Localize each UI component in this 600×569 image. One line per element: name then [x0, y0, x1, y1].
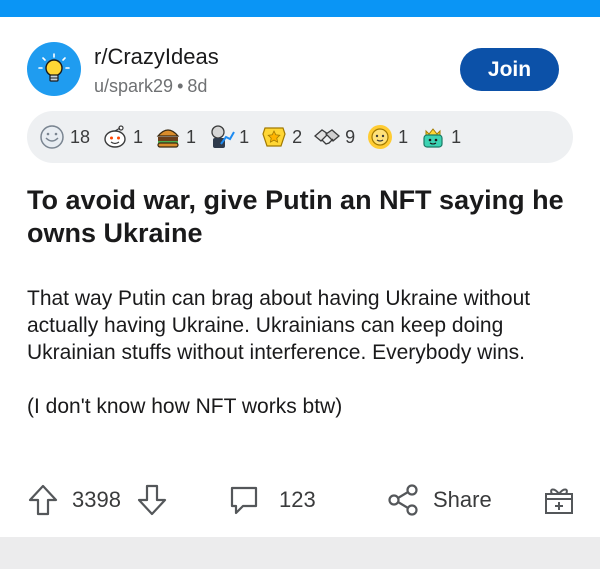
wholesome-award-icon: [104, 125, 126, 148]
award-button[interactable]: [542, 478, 576, 522]
award-count: 18: [70, 126, 91, 147]
award-item[interactable]: 1: [365, 122, 408, 152]
award-item[interactable]: 1: [418, 122, 461, 152]
silver-award-icon: [40, 125, 64, 149]
crown-award-icon: [423, 128, 443, 148]
subreddit-avatar[interactable]: [27, 42, 81, 96]
downvote-arrow-icon: [137, 484, 167, 516]
upvote-button[interactable]: [27, 478, 59, 522]
meta-separator: •: [177, 76, 184, 96]
post-header: r/CrazyIdeas u/spark29 • 8d Join: [27, 42, 573, 98]
award-item[interactable]: 18: [37, 122, 90, 152]
award-count: 2: [292, 126, 303, 147]
handshake-award-icon: [314, 129, 341, 145]
top-accent-bar: [0, 0, 600, 17]
award-count: 1: [186, 126, 197, 147]
post-age: 8d: [187, 76, 208, 96]
burger-award-icon: [156, 129, 180, 148]
award-item[interactable]: 1: [100, 122, 143, 152]
post-meta: u/spark29 • 8d: [94, 76, 207, 97]
downvote-button[interactable]: [136, 478, 168, 522]
award-item[interactable]: 1: [153, 122, 196, 152]
award-item[interactable]: 1: [206, 122, 249, 152]
post-actions: 3398 123 Share: [0, 478, 600, 522]
body-paragraph: That way Putin can brag about having Ukr…: [27, 287, 531, 364]
upvote-arrow-icon: [28, 484, 58, 516]
vote-score: 3398: [72, 487, 121, 512]
gold-star-award-icon: [262, 127, 286, 147]
post-body: That way Putin can brag about having Ukr…: [27, 285, 573, 420]
award-item[interactable]: 2: [259, 122, 302, 152]
author-name[interactable]: u/spark29: [94, 76, 173, 96]
stonks-award-icon: [211, 125, 235, 148]
comment-bubble-icon: [230, 486, 258, 515]
sun-award-icon: [368, 125, 393, 149]
award-count: 1: [451, 126, 462, 147]
award-item[interactable]: 9: [312, 122, 355, 152]
comments-button[interactable]: 123: [227, 478, 316, 522]
comment-count: 123: [279, 487, 316, 512]
share-button[interactable]: Share: [386, 478, 492, 522]
award-count: 1: [133, 126, 144, 147]
join-button[interactable]: Join: [460, 48, 559, 91]
awards-bar[interactable]: 18 1 1 1 2 9 1 1: [27, 111, 573, 163]
post-title[interactable]: To avoid war, give Putin an NFT saying h…: [27, 184, 567, 250]
lightbulb-icon: [38, 53, 70, 82]
award-count: 1: [398, 126, 409, 147]
gift-award-icon: [545, 488, 573, 514]
share-label: Share: [433, 487, 492, 512]
award-count: 1: [239, 126, 250, 147]
subreddit-name[interactable]: r/CrazyIdeas: [94, 44, 219, 70]
body-paragraph: (I don't know how NFT works btw): [27, 395, 343, 418]
share-icon: [388, 484, 418, 516]
award-count: 9: [345, 126, 356, 147]
bottom-divider: [0, 537, 600, 569]
